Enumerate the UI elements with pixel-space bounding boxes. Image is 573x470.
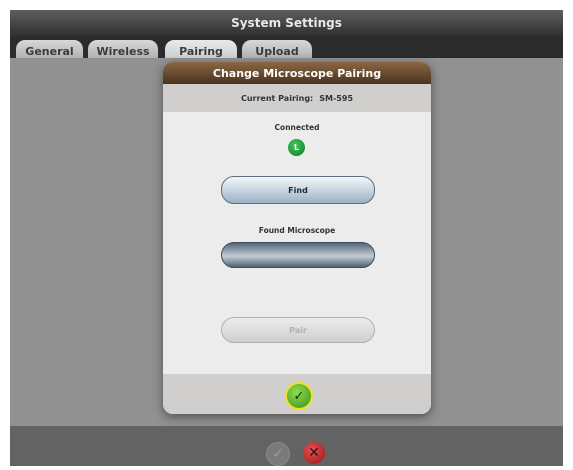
window-title: System Settings xyxy=(10,10,563,36)
app-screen: System Settings General Wireless Pairing… xyxy=(10,10,563,466)
cancel-button[interactable]: ✕ xyxy=(303,442,325,464)
found-microscope-label: Found Microscope xyxy=(258,226,336,235)
connection-status-label: Connected xyxy=(274,123,320,132)
check-icon: ✓ xyxy=(293,388,305,404)
found-microscope-field[interactable] xyxy=(221,242,375,268)
connected-status-indicator: L xyxy=(288,139,305,156)
check-icon: ✓ xyxy=(272,446,284,462)
ok-button-disabled: ✓ xyxy=(266,442,290,466)
current-pairing-row: Current Pairing: SM-595 xyxy=(163,84,431,112)
current-pairing-value: SM-595 xyxy=(319,93,354,103)
find-button[interactable]: Find xyxy=(221,176,375,204)
dialog-title: Change Microscope Pairing xyxy=(163,62,431,84)
confirm-button[interactable]: ✓ xyxy=(285,382,313,410)
change-pairing-dialog: Change Microscope Pairing Current Pairin… xyxy=(163,62,431,414)
x-icon: ✕ xyxy=(308,445,320,461)
pair-button: Pair xyxy=(221,317,375,343)
current-pairing-label: Current Pairing: xyxy=(240,93,314,103)
